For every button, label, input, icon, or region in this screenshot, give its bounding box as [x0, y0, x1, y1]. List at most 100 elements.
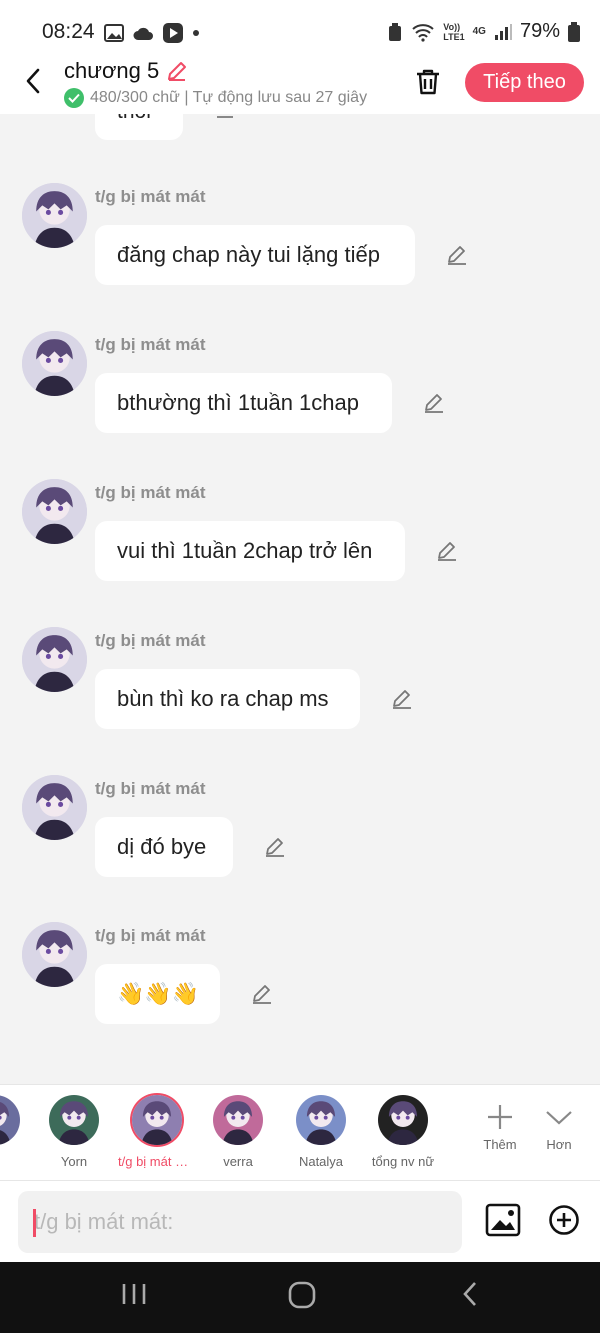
- volte-indicator: Vo)) LTE1: [443, 22, 464, 42]
- pencil-icon[interactable]: [263, 835, 287, 859]
- add-character-label: Thêm: [483, 1137, 517, 1152]
- word-count-autosave: 480/300 chữ | Tự động lưu sau 27 giây: [90, 89, 368, 106]
- pencil-icon: [168, 62, 187, 81]
- message-bubble-partial[interactable]: thôi: [95, 114, 183, 140]
- character-item[interactable]: Natalya: [282, 1095, 360, 1169]
- avatar-art: [378, 1095, 428, 1145]
- more-label: Hơn: [546, 1137, 572, 1152]
- pencil-icon[interactable]: [445, 243, 469, 267]
- chapter-title-text: chương 5: [64, 58, 160, 83]
- character-avatar: [49, 1095, 99, 1145]
- character-item[interactable]: th: [0, 1095, 34, 1169]
- pencil-icon[interactable]: [435, 539, 459, 563]
- play-icon: [163, 23, 183, 43]
- character-name: Yorn: [60, 1154, 88, 1169]
- message-bubble[interactable]: 👋👋👋: [95, 964, 220, 1024]
- avatar-art: [49, 1095, 99, 1145]
- avatar-art: [22, 775, 87, 840]
- message-text: vui thì 1tuần 2chap trở lên: [117, 538, 373, 563]
- system-nav-bar: [0, 1262, 600, 1333]
- avatar[interactable]: [22, 775, 87, 840]
- message-text: 👋👋👋: [117, 981, 200, 1006]
- avatar-art: [132, 1095, 182, 1145]
- message-row: t/g bị mát mát bùn thì ko ra chap ms: [0, 627, 600, 757]
- next-button[interactable]: Tiếp theo: [465, 63, 584, 102]
- message-bubble[interactable]: dị đó bye: [95, 817, 233, 877]
- chevron-down-icon: [546, 1111, 572, 1125]
- avatar-art: [0, 1095, 20, 1145]
- character-item[interactable]: t/g bị mát mát: [118, 1095, 196, 1169]
- status-time: 08:24: [42, 20, 95, 43]
- avatar[interactable]: [22, 331, 87, 396]
- chevron-left-icon: [26, 68, 40, 94]
- character-item[interactable]: tổng nv nữ: [364, 1095, 442, 1169]
- network-4g: 4G: [472, 26, 486, 37]
- recent-apps-button[interactable]: [120, 1280, 148, 1313]
- avatar[interactable]: [22, 627, 87, 692]
- avatar-art: [22, 183, 87, 248]
- avatar[interactable]: [22, 479, 87, 544]
- wifi-icon: [412, 23, 434, 42]
- system-icons: Vo)) LTE1 4G 79%: [387, 20, 580, 43]
- character-avatar: [132, 1095, 182, 1145]
- battery-icon: [568, 21, 580, 42]
- avatar[interactable]: [22, 922, 87, 987]
- volte-top: Vo)): [443, 21, 461, 32]
- sender-name: t/g bị mát mát: [95, 335, 206, 354]
- message-bubble[interactable]: vui thì 1tuần 2chap trở lên: [95, 521, 405, 581]
- delete-button[interactable]: [410, 64, 446, 100]
- pencil-icon[interactable]: [213, 114, 237, 122]
- save-status: 480/300 chữ | Tự động lưu sau 27 giây: [64, 88, 390, 108]
- chapter-title[interactable]: chương 5: [64, 58, 189, 84]
- message-row: t/g bị mát mát dị đó bye: [0, 775, 600, 905]
- message-text: đăng chap này tui lặng tiếp: [117, 242, 380, 267]
- composer: [0, 1180, 600, 1262]
- recent-apps-icon: [122, 1284, 146, 1304]
- plus-icon: [488, 1105, 512, 1129]
- pencil-icon[interactable]: [422, 391, 446, 415]
- character-name: tổng nv nữ: [371, 1154, 435, 1169]
- character-avatar: [0, 1095, 20, 1145]
- check-icon: [64, 88, 84, 108]
- character-name: verra: [223, 1154, 253, 1169]
- avatar-art: [22, 331, 87, 396]
- add-character-button[interactable]: Thêm: [472, 1097, 528, 1152]
- avatar-art: [296, 1095, 346, 1145]
- character-avatar: [213, 1095, 263, 1145]
- chapter-header: chương 5 480/300 chữ | Tự động lưu sau 2…: [0, 48, 600, 114]
- pencil-icon[interactable]: [250, 982, 274, 1006]
- message-bubble[interactable]: đăng chap này tui lặng tiếp: [95, 225, 415, 285]
- insert-image-button[interactable]: [485, 1203, 521, 1242]
- character-selector: th Yorn t/g bị mát mát verra Natalya tổng nv …: [0, 1084, 600, 1180]
- avatar[interactable]: [22, 183, 87, 248]
- recycle-icon: [389, 22, 402, 41]
- message-bubble[interactable]: bùn thì ko ra chap ms: [95, 669, 360, 729]
- home-button[interactable]: [287, 1280, 317, 1315]
- add-button[interactable]: [548, 1204, 580, 1241]
- character-avatar: [378, 1095, 428, 1145]
- message-row: t/g bị mát mát vui thì 1tuần 2chap trở lê…: [0, 479, 600, 609]
- more-button[interactable]: Hơn: [531, 1097, 587, 1152]
- back-button[interactable]: [18, 64, 48, 98]
- message-text: bùn thì ko ra chap ms: [117, 686, 329, 711]
- image-icon: [485, 1203, 521, 1237]
- character-avatar: [296, 1095, 346, 1145]
- character-item[interactable]: Yorn: [35, 1095, 113, 1169]
- message-text: bthường thì 1tuần 1chap: [117, 390, 359, 415]
- avatar-art: [213, 1095, 263, 1145]
- character-name: th: [0, 1154, 34, 1169]
- pencil-icon[interactable]: [390, 687, 414, 711]
- sender-name: t/g bị mát mát: [95, 631, 206, 650]
- signal-icon: [494, 23, 512, 40]
- chat-area[interactable]: thôi t/g bị mát mát đăng chap này tui lặn…: [0, 114, 600, 1084]
- system-back-button[interactable]: [460, 1280, 480, 1313]
- sender-name: t/g bị mát mát: [95, 483, 206, 502]
- message-input[interactable]: [18, 1191, 462, 1253]
- message-text-partial: thôi: [117, 114, 151, 124]
- sender-name: t/g bị mát mát: [95, 926, 206, 945]
- character-item[interactable]: verra: [199, 1095, 277, 1169]
- message-bubble[interactable]: bthường thì 1tuần 1chap: [95, 373, 392, 433]
- avatar-art: [22, 922, 87, 987]
- message-row: t/g bị mát mát 👋👋👋: [0, 922, 600, 1052]
- avatar-art: [22, 479, 87, 544]
